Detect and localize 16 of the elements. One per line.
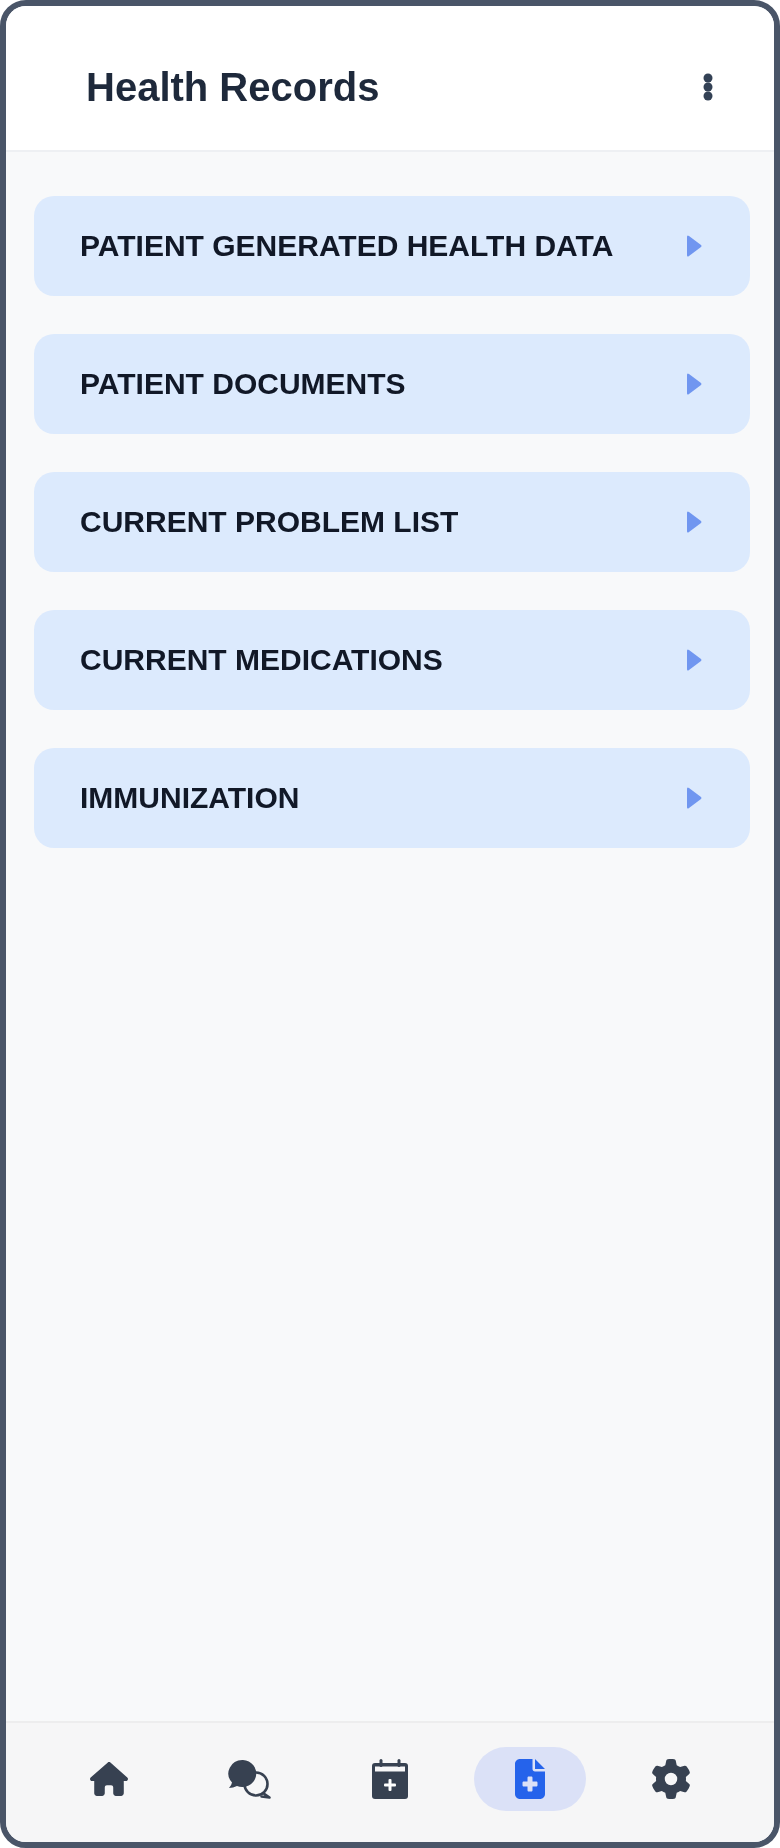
- home-icon: [90, 1759, 129, 1798]
- record-category-button[interactable]: PATIENT DOCUMENTS: [34, 334, 750, 434]
- page-title: Health Records: [86, 64, 380, 111]
- chat-icon: [227, 1758, 272, 1799]
- record-category-button[interactable]: CURRENT PROBLEM LIST: [34, 472, 750, 572]
- settings-icon: [650, 1758, 691, 1799]
- caret-icon: [687, 647, 703, 673]
- caret-icon: [687, 785, 703, 811]
- calendar-plus-icon: [372, 1758, 408, 1799]
- caret-icon: [687, 233, 703, 259]
- caret-icon: [687, 509, 703, 535]
- record-category-button[interactable]: CURRENT MEDICATIONS: [34, 610, 750, 710]
- more-icon[interactable]: [703, 73, 713, 101]
- record-category-button[interactable]: IMMUNIZATION: [34, 748, 750, 848]
- record-category-button[interactable]: PATIENT GENERATED HEALTH DATA: [34, 196, 750, 296]
- caret-icon: [687, 371, 703, 397]
